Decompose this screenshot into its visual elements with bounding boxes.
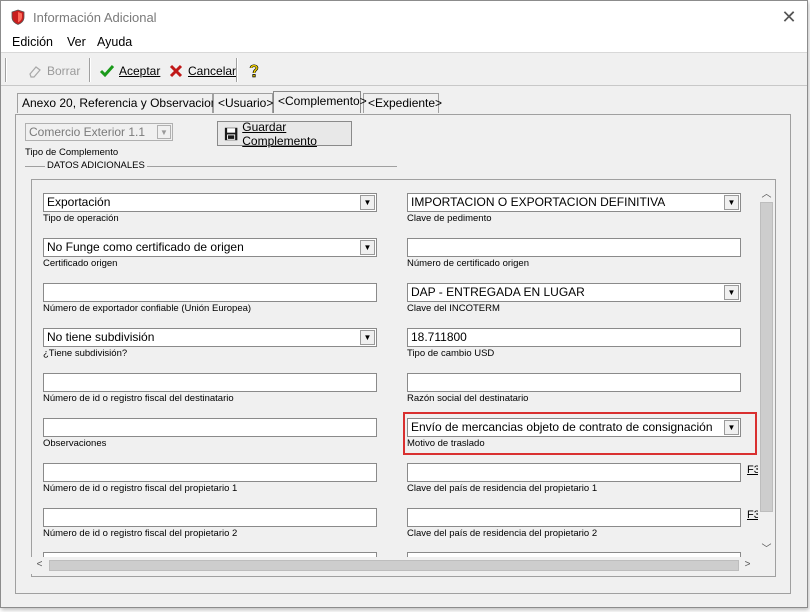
x-icon [169, 64, 183, 78]
scroll-down-icon[interactable]: ﹀ [758, 540, 775, 555]
window-title: Información Adicional [33, 10, 157, 25]
borrar-button[interactable]: Borrar [27, 60, 80, 82]
floppy-icon [224, 127, 238, 140]
aceptar-button[interactable]: Aceptar [99, 60, 160, 82]
clave-pedimento-label: Clave de pedimento [407, 213, 492, 224]
id-destinatario-label: Número de id o registro fiscal del desti… [43, 393, 234, 404]
aceptar-label: Aceptar [119, 64, 161, 78]
tipo-complemento-label: Tipo de Complemento [25, 147, 119, 158]
incoterm-value: DAP - ENTREGADA EN LUGAR [411, 285, 585, 299]
vertical-scroll-thumb[interactable] [760, 202, 773, 512]
certificado-origen-select[interactable]: No Funge como certificado de origen ▼ [43, 238, 377, 257]
tipo-operacion-value: Exportación [47, 195, 111, 209]
id-propietario1-label: Número de id o registro fiscal del propi… [43, 483, 238, 494]
toolbar-separator [236, 58, 238, 82]
tipo-complemento-value: Comercio Exterior 1.1 [29, 125, 146, 139]
group-title: DATOS ADICIONALES [45, 160, 147, 171]
pais-propietario1-label: Clave del país de residencia del propiet… [407, 483, 598, 494]
razon-social-label: Razón social del destinatario [407, 393, 529, 404]
certificado-origen-value: No Funge como certificado de origen [47, 240, 244, 254]
menu-bar: Edición Ver Ayuda [1, 33, 807, 53]
toolbar-separator [5, 58, 7, 82]
incoterm-select[interactable]: DAP - ENTREGADA EN LUGAR ▼ [407, 283, 741, 302]
tipo-complemento-select[interactable]: Comercio Exterior 1.1 ▼ [25, 123, 173, 141]
borrar-label: Borrar [47, 64, 81, 78]
tab-usuario-label: <Usuario> [218, 96, 274, 110]
tipo-cambio-input[interactable]: 18.711800 [407, 328, 741, 347]
menu-ayuda[interactable]: Ayuda [97, 35, 132, 49]
chevron-down-icon: ▼ [724, 195, 739, 210]
tab-expediente-label: <Expediente> [368, 96, 443, 110]
tab-anexo20-label: Anexo 20, Referencia y Observaciones [22, 96, 231, 110]
guardar-complemento-label: Guardar Complemento [242, 119, 317, 148]
subdivision-value: No tiene subdivisión [47, 330, 155, 344]
menu-ver[interactable]: Ver [67, 35, 86, 49]
help-icon [249, 64, 259, 78]
tipo-operacion-label: Tipo de operación [43, 213, 119, 224]
numero-exportador-input[interactable] [43, 283, 377, 302]
observaciones-label: Observaciones [43, 438, 107, 449]
subdivision-select[interactable]: No tiene subdivisión ▼ [43, 328, 377, 347]
numero-certificado-input[interactable] [407, 238, 741, 257]
tipo-cambio-value: 18.711800 [411, 330, 467, 344]
eraser-icon [29, 66, 41, 78]
pais-propietario2-label: Clave del país de residencia del propiet… [407, 528, 598, 539]
incoterm-label: Clave del INCOTERM [407, 303, 500, 314]
clave-pedimento-value: IMPORTACION O EXPORTACION DEFINITIVA [411, 195, 666, 209]
motivo-traslado-select[interactable]: Envío de mercancias objeto de contrato d… [407, 418, 741, 437]
pais-propietario2-input[interactable] [407, 508, 741, 527]
toolbar-separator [89, 58, 91, 82]
chevron-down-icon: ▼ [157, 125, 171, 139]
title-bar: Información Adicional ✕ [1, 1, 807, 33]
scroll-up-icon[interactable]: ︿ [758, 185, 775, 200]
motivo-traslado-label: Motivo de traslado [407, 438, 485, 449]
tab-anexo20[interactable]: Anexo 20, Referencia y Observaciones [17, 93, 230, 113]
tab-complemento-label: <Complemento> [278, 94, 367, 108]
clave-pedimento-select[interactable]: IMPORTACION O EXPORTACION DEFINITIVA ▼ [407, 193, 741, 212]
help-button[interactable] [246, 60, 266, 82]
subdivision-label: ¿Tiene subdivisión? [43, 348, 128, 359]
chevron-down-icon: ▼ [360, 240, 375, 255]
tab-expediente[interactable]: <Expediente> [363, 93, 443, 113]
scroll-left-icon[interactable]: < [31, 559, 48, 570]
id-propietario1-input[interactable] [43, 463, 377, 482]
observaciones-input[interactable] [43, 418, 377, 437]
razon-social-input[interactable] [407, 373, 741, 392]
pais-propietario1-input[interactable] [407, 463, 741, 482]
check-icon [99, 65, 115, 78]
numero-exportador-label: Número de exportador confiable (Unión Eu… [43, 303, 252, 314]
tipo-operacion-select[interactable]: Exportación ▼ [43, 193, 377, 212]
toolbar: Borrar Aceptar Cancelar [1, 54, 807, 86]
close-button[interactable]: ✕ [777, 5, 801, 29]
id-destinatario-input[interactable] [43, 373, 377, 392]
tipo-cambio-label: Tipo de cambio USD [407, 348, 495, 359]
menu-edicion[interactable]: Edición [12, 35, 53, 49]
horizontal-scroll-thumb[interactable] [49, 560, 739, 571]
id-propietario2-label: Número de id o registro fiscal del propi… [43, 528, 238, 539]
horizontal-scrollbar[interactable]: < > [31, 557, 758, 574]
cancelar-button[interactable]: Cancelar [168, 60, 236, 82]
vertical-scrollbar[interactable]: ︿ ﹀ [758, 184, 775, 557]
close-icon: ✕ [781, 7, 797, 27]
numero-certificado-label: Número de certificado origen [407, 258, 529, 269]
chevron-down-icon: ▼ [360, 195, 375, 210]
cancelar-label: Cancelar [188, 64, 237, 78]
scroll-right-icon[interactable]: > [739, 559, 756, 570]
window: Información Adicional ✕ Edición Ver Ayud… [0, 0, 808, 608]
motivo-traslado-value: Envío de mercancias objeto de contrato d… [411, 420, 713, 434]
chevron-down-icon: ▼ [360, 330, 375, 345]
chevron-down-icon: ▼ [724, 285, 739, 300]
certificado-origen-label: Certificado origen [43, 258, 118, 269]
guardar-complemento-button[interactable]: Guardar Complemento [217, 119, 352, 148]
id-propietario2-input[interactable] [43, 508, 377, 527]
tab-complemento[interactable]: <Complemento> [273, 91, 367, 113]
tab-usuario[interactable]: <Usuario> [213, 93, 273, 113]
chevron-down-icon: ▼ [724, 420, 739, 435]
app-shield-icon [11, 9, 25, 25]
